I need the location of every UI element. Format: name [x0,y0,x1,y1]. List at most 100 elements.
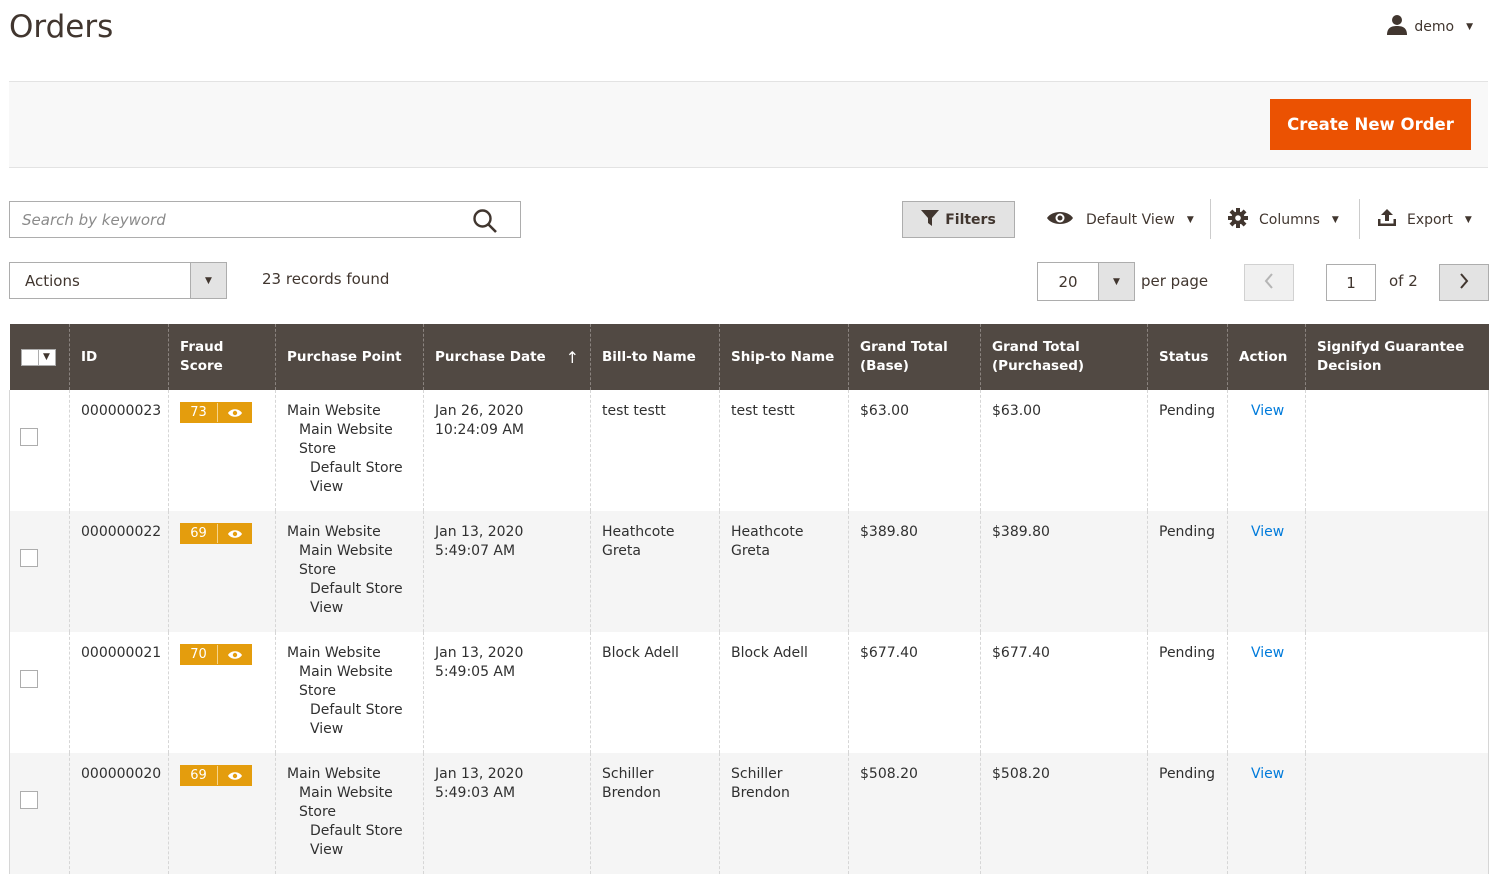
row-checkbox[interactable] [20,791,38,809]
grand-total-purchased: $508.20 [980,753,1148,874]
view-order-link[interactable]: View [1239,645,1284,661]
next-page-button[interactable] [1439,264,1489,301]
purchase-point-store-view: Default Store View [310,460,403,495]
order-status: Pending [1147,632,1228,753]
row-select-cell [9,390,70,511]
purchase-point: Main Website Main Website Store Default St… [275,390,424,511]
chevron-down-icon: ▼ [190,263,226,298]
page-number-input[interactable] [1326,264,1376,301]
create-new-order-button[interactable]: Create New Order [1270,99,1471,150]
column-header-purchase-point[interactable]: Purchase Point [275,324,424,390]
column-header-grand-total-base[interactable]: Grand Total (Base) [848,324,981,390]
chevron-down-icon: ▼ [43,351,50,362]
chevron-left-icon [1264,272,1274,293]
records-found: 23 records found [262,270,390,288]
fraud-score-badge[interactable]: 73 [180,402,252,423]
fraud-score-value: 69 [180,524,218,543]
purchase-date-label: Purchase Date [435,348,546,365]
purchase-point: Main Website Main Website Store Default St… [275,511,424,632]
order-status: Pending [1147,390,1228,511]
ship-to-name: Block Adell [719,632,849,753]
select-all-header[interactable]: ▼ [9,324,70,390]
purchase-point-store-view: Default Store View [310,702,403,737]
filters-label: Filters [945,211,996,228]
order-id: 000000023 [69,390,169,511]
row-checkbox[interactable] [20,670,38,688]
fraud-score-value: 70 [180,645,218,664]
column-header-action: Action [1227,324,1306,390]
user-name: demo [1414,19,1455,35]
view-order-link[interactable]: View [1239,524,1284,540]
column-header-id[interactable]: ID [69,324,169,390]
eye-icon [218,771,252,781]
signifyd-decision [1305,511,1489,632]
row-select-cell [9,632,70,753]
fraud-score-cell: 69 [168,511,276,632]
row-select-cell [9,753,70,874]
ship-to-name: test testt [719,390,849,511]
eye-icon [218,408,252,418]
column-header-grand-total-purchased[interactable]: Grand Total (Purchased) [980,324,1148,390]
table-row: 000000023 73 Main Website Main Website Stor… [9,390,1489,511]
purchase-point-store-view: Default Store View [310,581,403,616]
view-order-link[interactable]: View [1239,766,1284,782]
search-input[interactable] [10,202,450,237]
fraud-score-value: 69 [180,766,218,785]
chevron-right-icon [1459,272,1469,293]
action-cell: View [1227,390,1306,511]
view-switcher[interactable]: Default View ▼ [1046,201,1194,238]
per-page-select[interactable]: 20 ▼ [1037,262,1135,301]
table-row: 000000022 69 Main Website Main Website Stor… [9,511,1489,632]
purchase-point-store: Main Website Store [299,543,393,578]
table-row: 000000021 70 Main Website Main Website Stor… [9,632,1489,753]
export-control[interactable]: Export ▼ [1377,201,1472,238]
divider [1210,199,1211,239]
mass-select-checkbox[interactable]: ▼ [20,348,56,366]
column-header-signifyd-decision[interactable]: Signifyd Guarantee Decision [1305,324,1489,390]
signifyd-decision [1305,390,1489,511]
column-header-fraud-score[interactable]: Fraud Score [168,324,276,390]
fraud-score-cell: 69 [168,753,276,874]
divider [1359,199,1360,239]
filter-icon [921,209,940,230]
fraud-score-badge[interactable]: 69 [180,523,252,544]
order-id: 000000021 [69,632,169,753]
column-header-purchase-date[interactable]: Purchase Date ↑ [423,324,591,390]
fraud-score-badge[interactable]: 69 [180,765,252,786]
mass-actions-label: Actions [25,271,80,290]
columns-control[interactable]: Columns ▼ [1228,201,1339,238]
per-page-value: 20 [1058,272,1078,291]
grand-total-base: $508.20 [848,753,981,874]
fraud-score-badge[interactable]: 70 [180,644,252,665]
purchase-point: Main Website Main Website Store Default St… [275,632,424,753]
user-menu[interactable]: demo ▼ [1386,14,1473,40]
filters-button[interactable]: Filters [902,201,1015,238]
purchase-date: Jan 13, 2020 5:49:07 AM [423,511,591,632]
purchase-point-store-view: Default Store View [310,823,403,858]
mass-actions-dropdown[interactable]: Actions ▼ [9,262,227,299]
search-icon[interactable] [472,208,498,234]
bill-to-name: test testt [590,390,720,511]
grand-total-base: $677.40 [848,632,981,753]
bill-to-name: Block Adell [590,632,720,753]
purchase-point-website: Main Website [287,645,381,661]
column-header-status[interactable]: Status [1147,324,1228,390]
row-select-cell [9,511,70,632]
previous-page-button[interactable] [1244,264,1294,301]
chevron-down-icon: ▼ [1466,22,1473,32]
view-order-link[interactable]: View [1239,403,1284,419]
purchase-point-store: Main Website Store [299,664,393,699]
column-header-ship-to-name[interactable]: Ship-to Name [719,324,849,390]
grid-header-row: ▼ ID Fraud Score Purchase Point Purchase… [9,324,1489,390]
purchase-date: Jan 13, 2020 5:49:05 AM [423,632,591,753]
order-status: Pending [1147,753,1228,874]
order-status: Pending [1147,511,1228,632]
row-checkbox[interactable] [20,549,38,567]
action-cell: View [1227,511,1306,632]
grand-total-purchased: $63.00 [980,390,1148,511]
grand-total-purchased: $677.40 [980,632,1148,753]
column-header-bill-to-name[interactable]: Bill-to Name [590,324,720,390]
fraud-score-cell: 73 [168,390,276,511]
chevron-down-icon[interactable]: ▼ [1098,263,1134,300]
row-checkbox[interactable] [20,428,38,446]
